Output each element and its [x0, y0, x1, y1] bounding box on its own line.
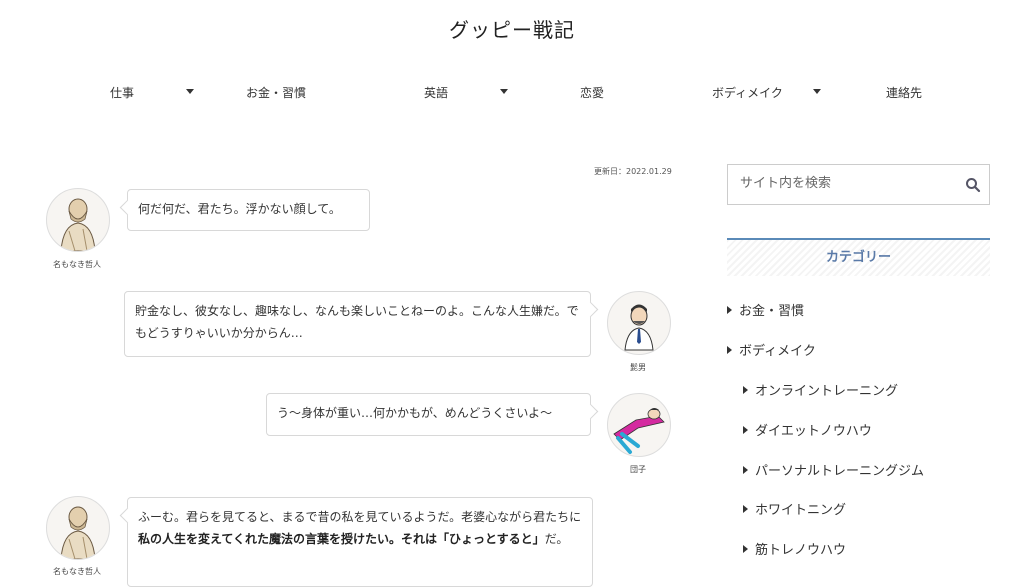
philosopher-avatar — [46, 188, 110, 252]
search-icon[interactable] — [965, 177, 981, 193]
speaker-name: 名もなき哲人 — [53, 260, 101, 269]
category-item-bodymake[interactable]: ボディメイク — [727, 340, 816, 359]
chevron-down-icon[interactable] — [500, 89, 508, 94]
speaker-name: 髭男 — [630, 363, 646, 372]
nav-item-love[interactable]: 恋愛 — [580, 84, 604, 101]
speaker-name: 名もなき哲人 — [53, 567, 101, 576]
site-title[interactable]: グッピー戦記 — [0, 14, 1024, 43]
chevron-down-icon[interactable] — [813, 89, 821, 94]
nav-item-bodymake[interactable]: ボディメイク — [712, 84, 783, 101]
caret-right-icon — [743, 426, 748, 434]
speech-text: だ。 — [544, 532, 569, 546]
speaker-name: 団子 — [630, 465, 646, 474]
philosopher-icon — [60, 506, 96, 559]
category-item-money[interactable]: お金・習慣 — [727, 300, 804, 319]
category-item-diet[interactable]: ダイエットノウハウ — [743, 420, 872, 439]
caret-right-icon — [743, 505, 748, 513]
speech-bubble: 貯金なし、彼女なし、趣味なし、なんも楽しいことねーのよ。こんな人生嫌だ。でもどう… — [124, 291, 599, 357]
nav-item-money[interactable]: お金・習慣 — [246, 84, 306, 101]
category-item-muscle-training[interactable]: 筋トレノウハウ — [743, 539, 846, 558]
speech-bubble: う〜身体が重い…何かかもが、めんどうくさいよ〜 — [266, 393, 599, 436]
category-item-whitening[interactable]: ホワイトニング — [743, 499, 846, 518]
lying-person-icon — [613, 408, 665, 454]
caret-right-icon — [743, 386, 748, 394]
speech-text-bold: 私の人生を変えてくれた魔法の言葉を授けたい。それは「ひょっとすると」 — [138, 532, 545, 546]
nav-item-work[interactable]: 仕事 — [110, 84, 134, 101]
speech-text: う〜身体が重い…何かかもが、めんどうくさいよ〜 — [277, 406, 553, 420]
global-nav: 仕事 お金・習慣 英語 恋愛 ボディメイク 連絡先 — [0, 84, 1024, 104]
caret-right-icon — [727, 306, 732, 314]
search-input[interactable] — [738, 175, 962, 192]
man-icon — [624, 304, 654, 351]
site-search — [727, 164, 990, 205]
speech-text: ふーむ。君らを見てると、まるで昔の私を見ているようだ。老婆心ながら君たちに — [138, 510, 582, 524]
nav-item-english[interactable]: 英語 — [424, 84, 448, 101]
speech-bubble: 何だ何だ、君たち。浮かない顔して。 — [119, 189, 370, 231]
dango-avatar — [607, 393, 671, 457]
category-item-online-training[interactable]: オンライントレーニング — [743, 380, 898, 399]
speech-text: 何だ何だ、君たち。浮かない顔して。 — [138, 202, 341, 216]
philosopher-icon — [60, 198, 96, 251]
caret-right-icon — [743, 545, 748, 553]
nav-item-contact[interactable]: 連絡先 — [886, 84, 922, 101]
bearded-man-avatar — [607, 291, 671, 355]
caret-right-icon — [727, 346, 732, 354]
caret-right-icon — [743, 466, 748, 474]
speech-bubble: ふーむ。君らを見てると、まるで昔の私を見ているようだ。老婆心ながら君たちに私の人… — [119, 497, 593, 587]
philosopher-avatar — [46, 496, 110, 560]
speech-text: 貯金なし、彼女なし、趣味なし、なんも楽しいことねーのよ。こんな人生嫌だ。でもどう… — [135, 304, 579, 340]
updated-date: 更新日：2022.01.29 — [594, 167, 672, 176]
category-item-personal-gym[interactable]: パーソナルトレーニングジム — [743, 460, 924, 479]
chevron-down-icon[interactable] — [186, 89, 194, 94]
category-heading: カテゴリー — [727, 238, 990, 276]
